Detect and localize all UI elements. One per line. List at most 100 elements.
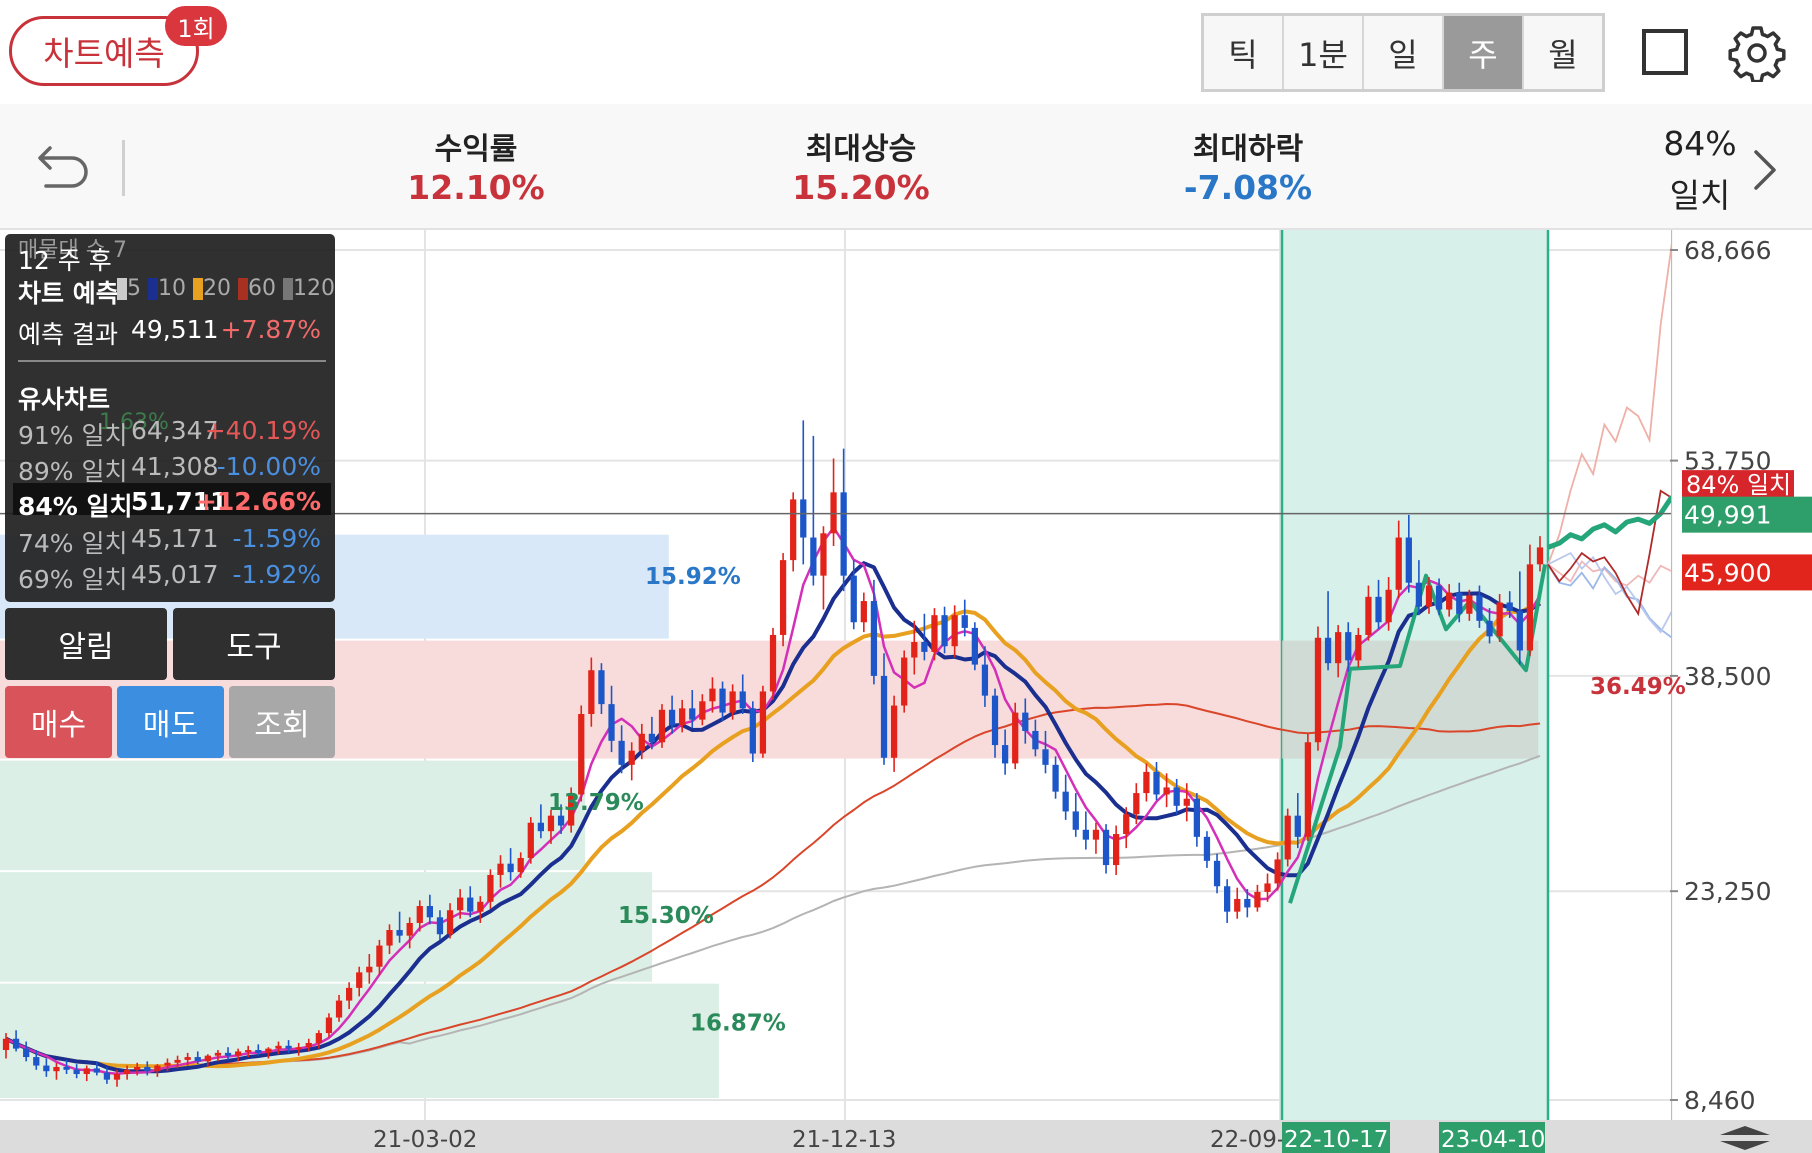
x-tick-label: 21-12-13 <box>792 1127 896 1153</box>
similar-change: -10.00% <box>216 452 321 481</box>
inquiry-label: 조회 <box>254 708 310 743</box>
candle-body <box>12 1038 20 1049</box>
divider <box>122 140 125 196</box>
period-day[interactable]: 일 <box>1364 16 1444 89</box>
candle-body <box>709 688 716 702</box>
match-info[interactable]: 84% 일치 <box>1640 124 1760 217</box>
candle-body <box>527 822 534 859</box>
ma60-label: 60 <box>248 276 276 301</box>
y-tick-label: 68,666 <box>1684 236 1771 265</box>
candle-body <box>113 1074 121 1080</box>
candle-body <box>1405 537 1412 583</box>
candle-body <box>1173 787 1180 806</box>
candle-body <box>1001 745 1009 764</box>
period-day-label: 일 <box>1388 35 1418 74</box>
candle-body <box>800 499 807 538</box>
panel-divider <box>18 360 326 362</box>
panel-title: 차트 예측 <box>18 279 119 308</box>
candle-body <box>1516 610 1523 651</box>
candle-body <box>981 664 989 696</box>
candle-body <box>224 1052 232 1056</box>
candle-body <box>1506 602 1513 611</box>
candle-body <box>1012 712 1019 764</box>
similar-price: 45,171 <box>131 524 219 553</box>
stats-bar: 수익률 12.10% 최대상승 15.20% 최대하락 -7.08% 84% 일… <box>0 104 1812 230</box>
candle-body <box>144 1066 151 1072</box>
candle-body <box>1183 798 1190 806</box>
candle-body <box>1092 829 1100 840</box>
candle-body <box>457 897 464 911</box>
candle-body <box>689 708 696 720</box>
stat-max-rise: 최대상승 15.20% <box>741 124 981 207</box>
candle-body <box>658 709 666 743</box>
candle-body <box>1113 834 1120 866</box>
alert-button[interactable]: 알림 <box>5 608 167 680</box>
match-label: 일치 <box>1669 176 1731 215</box>
candle-body <box>33 1057 40 1066</box>
candle-body <box>1052 764 1059 792</box>
candle-body <box>547 815 555 832</box>
sell-button[interactable]: 매도 <box>117 686 224 758</box>
y-tick-label: 38,500 <box>1684 662 1771 691</box>
ma10-swatch <box>148 278 158 300</box>
tools-label: 도구 <box>226 630 282 665</box>
similar-price: 45,017 <box>131 560 219 589</box>
current-price-tag-label: 49,991 <box>1684 501 1771 530</box>
candle-body <box>376 945 383 967</box>
candle-body <box>1324 637 1332 664</box>
period-month[interactable]: 월 <box>1524 16 1602 89</box>
candle-body <box>164 1062 171 1066</box>
prev-price-tag-label: 45,900 <box>1684 558 1771 587</box>
candle-body <box>477 901 484 912</box>
candle-body <box>719 688 726 713</box>
candle-body <box>396 930 403 936</box>
candle-body <box>537 822 545 832</box>
similar-match: 91% 일치 <box>18 421 128 450</box>
stat-return: 수익률 12.10% <box>356 124 596 207</box>
candle-body <box>901 657 908 706</box>
volume-profile-band <box>0 872 653 982</box>
period-week[interactable]: 주 <box>1444 16 1524 89</box>
candle-body <box>588 670 595 715</box>
volume-profile-pct-label: 16.87% <box>690 1010 786 1036</box>
candle-body <box>467 897 474 912</box>
period-tick[interactable]: 틱 <box>1204 16 1284 89</box>
x-tick-label: 23-04-10 <box>1441 1127 1545 1153</box>
similar-change: -1.92% <box>232 560 321 589</box>
candle-body <box>991 695 999 746</box>
weeks-after-label: 12 주 후 <box>18 246 112 275</box>
chevron-right-icon[interactable] <box>1752 148 1778 192</box>
inquiry-button[interactable]: 조회 <box>229 686 335 758</box>
fullscreen-square-icon[interactable] <box>1642 29 1688 75</box>
candle-body <box>255 1050 262 1053</box>
candle-body <box>1365 596 1372 635</box>
candle-body <box>53 1066 60 1072</box>
candle-body <box>679 708 686 726</box>
candle-body <box>1163 787 1170 795</box>
candle-body <box>285 1045 292 1049</box>
similar-price: 41,308 <box>131 452 219 481</box>
candle-body <box>941 615 948 647</box>
period-1min[interactable]: 1분 <box>1284 16 1364 89</box>
candle-body <box>134 1066 141 1070</box>
candle-body <box>123 1069 131 1075</box>
candle-body <box>1526 564 1534 651</box>
gear-icon[interactable] <box>1728 24 1786 82</box>
candle-body <box>648 733 656 743</box>
undo-arrow-icon[interactable] <box>36 140 92 190</box>
candle-body <box>668 709 676 726</box>
tools-button[interactable]: 도구 <box>173 608 335 680</box>
candle-body <box>1042 749 1049 765</box>
period-week-label: 주 <box>1468 35 1498 74</box>
period-1min-label: 1분 <box>1298 35 1348 74</box>
x-tick-label: 21-03-02 <box>373 1127 477 1153</box>
candle-body <box>1375 596 1382 623</box>
candle-body <box>1536 547 1544 565</box>
stat-max-fall: 최대하락 -7.08% <box>1128 124 1368 207</box>
candle-body <box>426 906 433 918</box>
buy-button[interactable]: 매수 <box>5 686 112 758</box>
candle-body <box>1304 742 1312 837</box>
ma120-swatch <box>283 278 293 300</box>
stat-return-value: 12.10% <box>407 168 545 207</box>
candle-body <box>1153 771 1160 795</box>
